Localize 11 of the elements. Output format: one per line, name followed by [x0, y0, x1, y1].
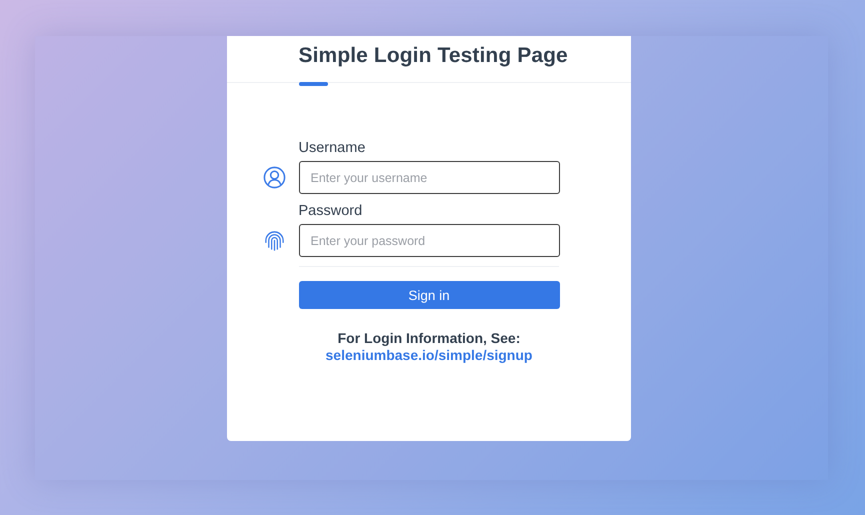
- field-label: Username: [298, 140, 366, 156]
- fingerprint-icon: [262, 229, 286, 252]
- login-info-text: For Login Information, See:: [338, 330, 520, 347]
- page-title: Simple Login Testing Page: [298, 43, 569, 68]
- signup-link[interactable]: seleniumbase.io/simple/signup: [326, 347, 532, 364]
- field-label: Password: [298, 203, 364, 219]
- text-field[interactable]: Enter your password: [298, 224, 560, 257]
- text-field[interactable]: Enter your username: [298, 161, 560, 194]
- user-icon: [262, 166, 286, 189]
- title-underline: [298, 82, 328, 86]
- sign-in-button[interactable]: Sign in: [298, 281, 560, 309]
